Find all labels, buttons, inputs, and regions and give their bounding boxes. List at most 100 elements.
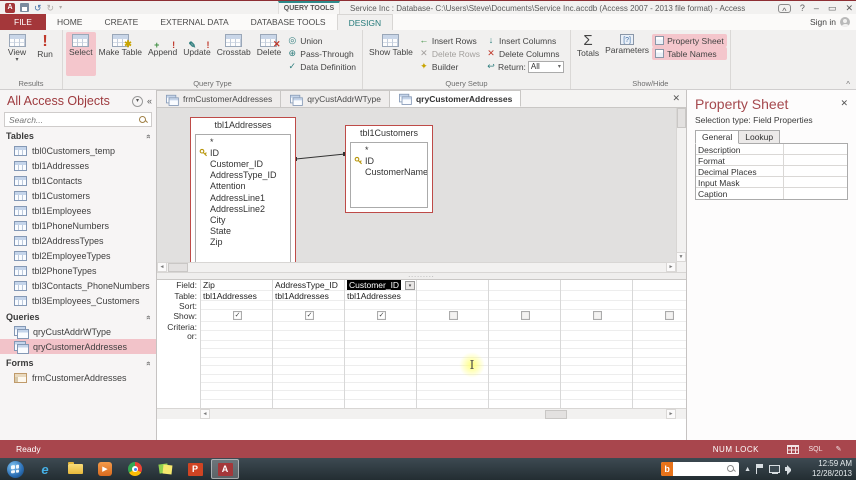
scrollbar-thumb[interactable]: [545, 410, 567, 419]
return-select[interactable]: All ▾: [527, 60, 564, 73]
criteria-cell[interactable]: [489, 322, 560, 331]
property-row[interactable]: Input Mask: [696, 177, 847, 188]
sort-cell[interactable]: [345, 301, 416, 310]
pass-through-button[interactable]: ⊕ Pass-Through: [284, 47, 359, 60]
property-value-cell[interactable]: [784, 144, 847, 154]
delete-query-button[interactable]: ✕ Delete: [254, 32, 285, 76]
ribbon-tab[interactable]: FILE: [0, 14, 46, 30]
table-cell[interactable]: tbl1Addresses: [345, 291, 416, 301]
show-checkbox[interactable]: ✓: [665, 311, 674, 320]
nav-group-tables[interactable]: Tables »: [0, 129, 156, 143]
scroll-down-icon[interactable]: ▼: [676, 252, 686, 262]
pane-splitter[interactable]: .........: [157, 272, 686, 280]
delete-rows-button[interactable]: ✕ Delete Rows: [416, 47, 483, 60]
criteria-cell[interactable]: [561, 322, 632, 331]
search-icon[interactable]: [138, 115, 148, 125]
show-checkbox[interactable]: ✓: [233, 311, 242, 320]
nav-menu-dropdown-icon[interactable]: ▾: [131, 95, 143, 107]
property-row[interactable]: Description: [696, 144, 847, 155]
nav-group-forms[interactable]: Forms »: [0, 356, 156, 370]
nav-group-queries[interactable]: Queries »: [0, 310, 156, 324]
taskbar-access-active[interactable]: A: [211, 459, 239, 479]
shutter-bar-icon[interactable]: «: [147, 96, 152, 106]
ribbon-tab[interactable]: CREATE: [93, 14, 149, 30]
sort-cell[interactable]: [201, 301, 272, 310]
sort-cell[interactable]: [273, 301, 344, 310]
show-cell[interactable]: ✓: [633, 310, 686, 322]
help-icon[interactable]: ?: [800, 2, 805, 14]
field-cell[interactable]: ▾: [561, 280, 632, 291]
ribbon-tab[interactable]: HOME: [46, 14, 94, 30]
nav-item-table[interactable]: tbl1Employees: [0, 203, 156, 218]
close-icon[interactable]: ✕: [845, 2, 853, 14]
criteria-cell[interactable]: [345, 322, 416, 331]
design-vertical-scrollbar[interactable]: ▼: [676, 108, 686, 272]
or-cell[interactable]: [489, 331, 560, 341]
sort-cell[interactable]: [417, 301, 488, 310]
table-cell[interactable]: tbl1Addresses: [201, 291, 272, 301]
crosstab-button[interactable]: Crosstab: [214, 32, 254, 76]
show-cell[interactable]: ✓: [273, 310, 344, 322]
show-checkbox[interactable]: ✓: [449, 311, 458, 320]
datasheet-view-icon[interactable]: [785, 443, 800, 455]
show-cell[interactable]: ✓: [417, 310, 488, 322]
ribbon-tab[interactable]: DESIGN: [336, 14, 394, 30]
field-dropdown-icon[interactable]: ▾: [405, 281, 415, 290]
field-row[interactable]: State: [196, 226, 290, 237]
view-button[interactable]: View ▾: [3, 32, 31, 76]
field-cell[interactable]: Zip ▾: [201, 280, 272, 291]
ribbon-tab[interactable]: DATABASE TOOLS: [240, 14, 337, 30]
or-cell[interactable]: [201, 331, 272, 341]
taskbar-explorer[interactable]: [61, 459, 89, 479]
field-row[interactable]: AddressLine1: [196, 192, 290, 203]
scroll-right-icon[interactable]: ►: [666, 409, 676, 419]
criteria-cell[interactable]: [417, 322, 488, 331]
or-cell[interactable]: [345, 331, 416, 341]
property-value-cell[interactable]: [784, 166, 847, 176]
table-cell[interactable]: [489, 291, 560, 301]
field-row[interactable]: CustomerName: [351, 166, 427, 177]
sort-cell[interactable]: [489, 301, 560, 310]
scroll-right-icon[interactable]: ►: [666, 262, 676, 272]
or-cell[interactable]: [561, 331, 632, 341]
document-tab[interactable]: qryCustomerAddresses: [389, 90, 522, 107]
close-property-sheet-icon[interactable]: ✕: [840, 98, 848, 109]
table-cell[interactable]: [561, 291, 632, 301]
show-checkbox[interactable]: ✓: [521, 311, 530, 320]
ribbon-display-options-icon[interactable]: ^: [777, 3, 791, 16]
search-icon[interactable]: [727, 464, 736, 474]
table-cell[interactable]: tbl1Addresses: [273, 291, 344, 301]
start-button[interactable]: [1, 459, 29, 479]
nav-item-table[interactable]: tbl3Contacts_PhoneNumbers: [0, 278, 156, 293]
scroll-left-icon[interactable]: ◄: [200, 409, 210, 419]
criteria-cell[interactable]: [201, 322, 272, 331]
field-row[interactable]: ID: [351, 155, 427, 166]
field-cell[interactable]: Customer_ID ▾: [345, 280, 416, 291]
field-row[interactable]: *: [196, 136, 290, 147]
sql-view-icon[interactable]: SQL: [808, 443, 823, 455]
select-query-button[interactable]: Select: [66, 32, 96, 76]
taskbar-ie[interactable]: e: [31, 459, 59, 479]
property-row[interactable]: Decimal Places: [696, 166, 847, 177]
field-row[interactable]: Customer_ID: [196, 158, 290, 169]
property-value-cell[interactable]: [784, 188, 847, 199]
property-value-cell[interactable]: [784, 177, 847, 187]
nav-item-table[interactable]: tbl1Customers: [0, 188, 156, 203]
make-table-button[interactable]: ✱ Make Table: [96, 32, 145, 76]
nav-item-table[interactable]: tbl1PhoneNumbers: [0, 218, 156, 233]
delete-columns-button[interactable]: ✕ Delete Columns: [483, 47, 567, 60]
save-icon[interactable]: [20, 3, 29, 12]
document-tab[interactable]: frmCustomerAddresses: [157, 90, 282, 107]
show-cell[interactable]: ✓: [489, 310, 560, 322]
field-row[interactable]: Attention: [196, 181, 290, 192]
data-definition-button[interactable]: ✓ Data Definition: [284, 60, 359, 73]
nav-item-table[interactable]: tbl1Addresses: [0, 158, 156, 173]
qat-customize-icon[interactable]: ▾: [59, 3, 62, 13]
redo-icon[interactable]: ↻: [47, 3, 55, 13]
restore-icon[interactable]: ▭: [828, 2, 837, 14]
field-row[interactable]: ID: [196, 147, 290, 158]
minimize-icon[interactable]: –: [814, 2, 819, 14]
field-cell[interactable]: ▾: [489, 280, 560, 291]
property-sheet-tab[interactable]: Lookup: [738, 130, 781, 144]
taskbar-media-player[interactable]: ▶: [91, 459, 119, 479]
